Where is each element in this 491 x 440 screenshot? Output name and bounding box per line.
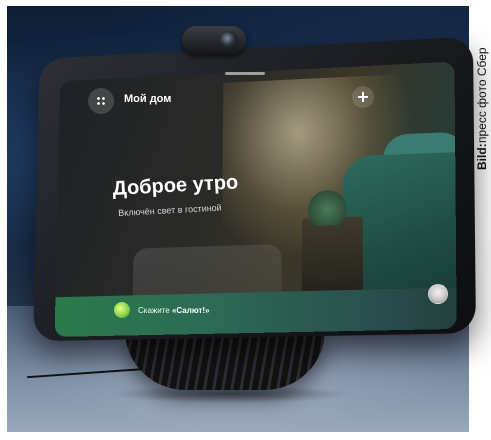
- grid-dots-icon[interactable]: [88, 88, 114, 114]
- assistant-prompt[interactable]: Скажите «Салют!»: [138, 306, 210, 315]
- camera-module: [182, 26, 246, 54]
- plus-icon: +: [356, 87, 370, 106]
- home-title[interactable]: Мой дом: [124, 93, 171, 105]
- camera-lens-icon: [220, 31, 238, 49]
- user-avatar-icon[interactable]: [428, 284, 448, 304]
- credit-label: Bild:: [475, 143, 489, 171]
- photo-credit: Bild: пресс фото Сбер: [474, 14, 490, 204]
- assistant-orb-icon[interactable]: [114, 302, 130, 318]
- assistant-prompt-prefix: Скажите: [138, 306, 172, 315]
- assistant-wake-word: «Салют!»: [171, 306, 210, 315]
- credit-source: пресс фото Сбер: [475, 47, 489, 144]
- add-button[interactable]: +: [352, 86, 374, 108]
- potted-plant: [306, 184, 348, 227]
- screen-handle: [225, 72, 265, 75]
- image-frame: Мой дом + Доброе утро Включён свет в гос…: [0, 0, 491, 440]
